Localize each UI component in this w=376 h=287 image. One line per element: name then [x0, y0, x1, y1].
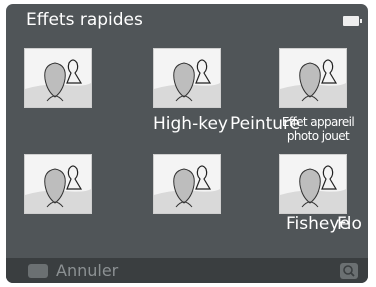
- effect-label-flo: Flo: [337, 214, 362, 234]
- battery-full-icon: [343, 16, 362, 26]
- effect-label-toy-camera-text: Effet appareil photo jouet: [281, 115, 355, 143]
- effect-thumbnail-toy-camera[interactable]: [279, 48, 347, 108]
- effect-thumbnail-high-key[interactable]: [153, 48, 221, 108]
- portrait-preview-icon: [154, 49, 220, 107]
- effect-thumbnail-1[interactable]: [24, 48, 92, 108]
- zoom-icon[interactable]: [340, 263, 358, 279]
- menu-button-icon[interactable]: [28, 264, 48, 278]
- effect-label-high-key: High-key: [153, 114, 228, 134]
- screen-title: Effets rapides: [26, 10, 143, 30]
- portrait-preview-icon: [154, 155, 220, 213]
- effect-thumbnail-4[interactable]: [24, 154, 92, 214]
- portrait-preview-icon: [25, 155, 91, 213]
- bottom-bar: Annuler: [6, 258, 368, 283]
- portrait-preview-icon: [280, 155, 346, 213]
- quick-effects-screen: Effets rapides High-key Peinture Effet a…: [6, 4, 368, 283]
- effect-thumbnail-fisheye[interactable]: [279, 154, 347, 214]
- cancel-label[interactable]: Annuler: [56, 261, 118, 280]
- portrait-preview-icon: [280, 49, 346, 107]
- effect-thumbnail-5[interactable]: [153, 154, 221, 214]
- portrait-preview-icon: [25, 49, 91, 107]
- effect-label-toy-camera: Effet appareil photo jouet: [278, 115, 358, 144]
